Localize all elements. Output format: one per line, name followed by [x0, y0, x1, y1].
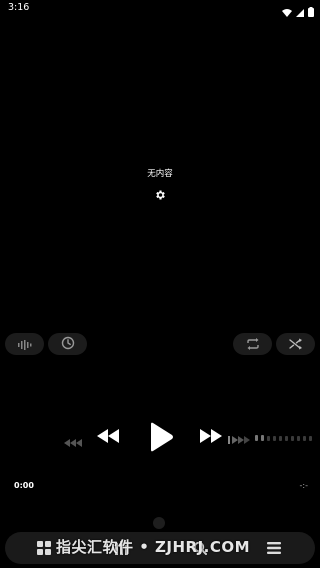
repeat-icon	[246, 335, 260, 354]
seek-dot	[273, 435, 276, 441]
timer-clock-icon	[61, 335, 75, 354]
total-time: -:-	[299, 481, 308, 490]
current-time: 0:00	[14, 481, 34, 490]
battery-icon	[308, 2, 314, 21]
nav-queue-button[interactable]	[267, 540, 281, 559]
next-button[interactable]	[198, 428, 224, 447]
rewind-seek-button[interactable]	[64, 432, 84, 451]
previous-icon	[97, 428, 119, 447]
seek-dot	[291, 435, 294, 441]
forward-seek-bar[interactable]	[228, 433, 316, 444]
transport-controls	[0, 420, 320, 456]
status-icons	[282, 2, 314, 21]
queue-icon	[267, 540, 281, 559]
shuffle-icon	[288, 335, 303, 354]
sleep-timer-button[interactable]	[48, 333, 87, 355]
page-indicator-dot	[153, 517, 165, 529]
shuffle-button[interactable]	[276, 333, 315, 355]
nav-home-button[interactable]	[37, 540, 51, 559]
status-time: 3:16	[8, 2, 30, 13]
play-icon	[148, 422, 174, 456]
seek-dot	[261, 435, 264, 441]
repeat-button[interactable]	[233, 333, 272, 355]
seek-dot	[285, 435, 288, 441]
waveform-icon	[17, 335, 32, 354]
waveform-button[interactable]	[5, 333, 44, 355]
seek-dot	[303, 435, 306, 441]
wifi-icon	[282, 2, 292, 21]
home-icon	[37, 540, 51, 559]
seek-dot	[255, 435, 258, 441]
signal-icon	[296, 2, 304, 21]
forward-icon	[228, 429, 252, 448]
gear-icon[interactable]	[152, 187, 168, 203]
previous-button[interactable]	[97, 428, 119, 447]
seek-dot	[309, 435, 312, 441]
next-icon	[198, 428, 224, 447]
empty-state-text: 无内容	[147, 169, 173, 179]
watermark-text: 指尖汇软件 • ZJHRJ.COM	[56, 538, 251, 556]
seek-dot	[267, 435, 270, 441]
seek-dot	[297, 435, 300, 441]
play-button[interactable]	[148, 422, 174, 456]
rewind-icon	[64, 432, 84, 451]
seek-dot	[279, 435, 282, 441]
